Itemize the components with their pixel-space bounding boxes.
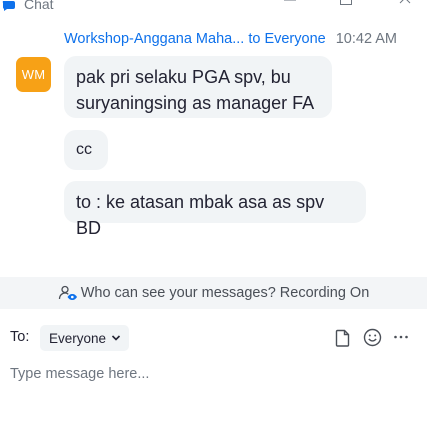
to-word: to	[248, 31, 261, 47]
close-button[interactable]	[385, 0, 425, 14]
file-icon[interactable]	[335, 329, 351, 347]
message-header: Workshop-Anggana Maha... to Everyone 10:…	[64, 31, 397, 47]
chat-icon	[2, 1, 15, 11]
avatar[interactable]: WM	[16, 57, 51, 92]
recipient-value: Everyone	[49, 330, 107, 346]
recipient-dropdown[interactable]: Everyone	[40, 325, 130, 351]
more-icon[interactable]	[393, 334, 409, 340]
message-input[interactable]	[10, 362, 410, 386]
to-label: To:	[10, 329, 30, 345]
message-bubble[interactable]: cc	[64, 130, 108, 170]
maximize-icon	[340, 0, 352, 5]
title-bar: Chat	[0, 0, 427, 16]
privacy-text: Who can see your messages? Recording On	[80, 285, 370, 301]
message-bubble[interactable]: pak pri selaku PGA spv, bu suryaningsing…	[64, 56, 332, 118]
people-eye-icon	[58, 285, 77, 300]
minimize-icon	[284, 0, 296, 1]
window-title: Chat	[24, 0, 54, 12]
message-time: 10:42 AM	[335, 31, 397, 47]
close-icon	[399, 0, 411, 4]
privacy-notice[interactable]: Who can see your messages? Recording On	[0, 277, 427, 309]
avatar-initials: WM	[21, 67, 46, 82]
message-bubble[interactable]: to : ke atasan mbak asa as spv BD	[64, 181, 366, 238]
sender-name[interactable]: Workshop-Anggana Maha...	[64, 31, 244, 47]
minimize-button[interactable]	[270, 0, 310, 14]
chevron-down-icon	[111, 335, 121, 341]
chat-window: Chat Workshop-Anggana Maha... to Everyon…	[0, 0, 427, 447]
emoji-icon[interactable]	[363, 328, 382, 347]
maximize-button[interactable]	[326, 0, 366, 14]
message-recipient[interactable]: Everyone	[264, 31, 325, 47]
